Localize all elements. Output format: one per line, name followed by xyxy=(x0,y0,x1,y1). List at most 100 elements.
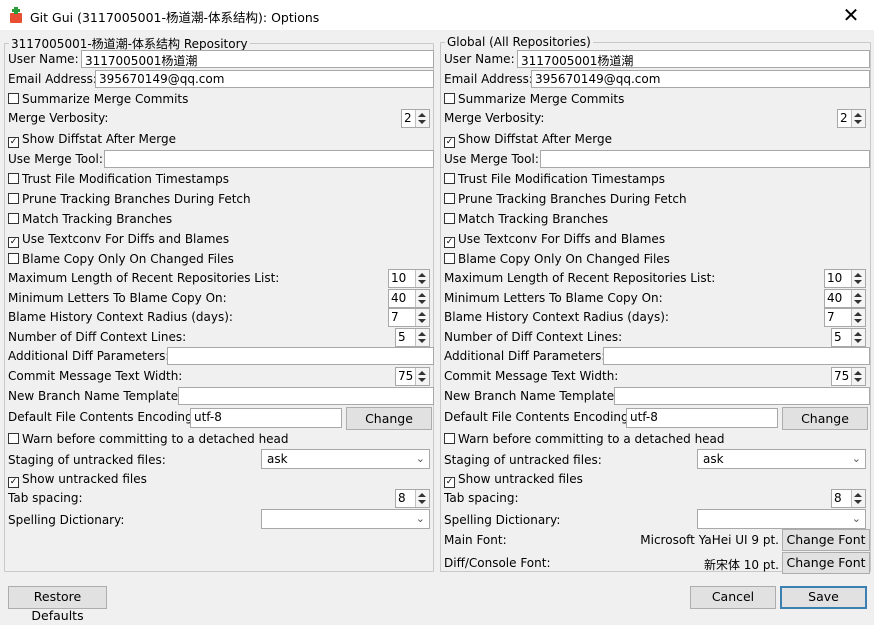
chevron-down-icon[interactable]: ⌄ xyxy=(416,512,425,525)
spin-arrows[interactable] xyxy=(415,490,429,507)
spin-up-icon[interactable] xyxy=(854,371,862,375)
spelling-select[interactable]: ⌄ xyxy=(697,509,866,529)
match-tracking-checkbox[interactable]: Match Tracking Branches xyxy=(8,212,172,226)
staging-select[interactable]: ask ⌄ xyxy=(261,449,430,469)
spin-down-icon[interactable] xyxy=(418,120,426,124)
spin-down-icon[interactable] xyxy=(854,319,862,323)
encoding-change-button[interactable]: Change xyxy=(346,407,432,430)
tab-spacing-spinbox[interactable]: 8 xyxy=(831,489,866,508)
spin-arrows[interactable] xyxy=(851,490,865,507)
spin-arrows[interactable] xyxy=(415,309,429,326)
spin-arrows[interactable] xyxy=(851,368,865,385)
diff-params-input[interactable] xyxy=(167,347,434,365)
spin-up-icon[interactable] xyxy=(854,293,862,297)
spin-arrows[interactable] xyxy=(851,329,865,346)
blame-radius-spinbox[interactable]: 7 xyxy=(388,308,430,327)
chevron-down-icon[interactable]: ⌄ xyxy=(416,452,425,465)
spin-up-icon[interactable] xyxy=(418,493,426,497)
spin-down-icon[interactable] xyxy=(854,120,862,124)
blame-radius-spinbox[interactable]: 7 xyxy=(824,308,866,327)
spelling-select[interactable]: ⌄ xyxy=(261,509,430,529)
email-input[interactable]: 395670149@qq.com xyxy=(531,70,870,88)
change-main-font-button[interactable]: Change Font xyxy=(782,529,870,551)
spin-up-icon[interactable] xyxy=(418,273,426,277)
warn-detached-checkbox[interactable]: Warn before committing to a detached hea… xyxy=(444,432,725,446)
textconv-checkbox[interactable]: ✓ Use Textconv For Diffs and Blames xyxy=(8,232,229,248)
spin-down-icon[interactable] xyxy=(854,280,862,284)
spin-arrows[interactable] xyxy=(415,329,429,346)
merge-verbosity-spinbox[interactable]: 2 xyxy=(401,109,430,128)
merge-tool-input[interactable] xyxy=(104,150,434,168)
user-name-input[interactable]: 3117005001杨道潮 xyxy=(517,50,870,68)
show-untracked-checkbox[interactable]: ✓ Show untracked files xyxy=(8,472,147,488)
textconv-checkbox[interactable]: ✓ Use Textconv For Diffs and Blames xyxy=(444,232,665,248)
spin-up-icon[interactable] xyxy=(418,113,426,117)
tab-spacing-spinbox[interactable]: 8 xyxy=(395,489,430,508)
cancel-button[interactable]: Cancel xyxy=(690,586,776,609)
spin-down-icon[interactable] xyxy=(418,300,426,304)
branch-template-input[interactable] xyxy=(178,387,434,405)
commit-width-spinbox[interactable]: 75 xyxy=(395,367,430,386)
email-input[interactable]: 395670149@qq.com xyxy=(95,70,434,88)
staging-select[interactable]: ask ⌄ xyxy=(697,449,866,469)
chevron-down-icon[interactable]: ⌄ xyxy=(852,452,861,465)
spin-up-icon[interactable] xyxy=(418,293,426,297)
blame-copy-changed-checkbox[interactable]: Blame Copy Only On Changed Files xyxy=(8,252,234,266)
close-icon[interactable]: ✕ xyxy=(828,0,874,30)
spin-up-icon[interactable] xyxy=(854,493,862,497)
summarize-merge-checkbox[interactable]: Summarize Merge Commits xyxy=(444,92,624,106)
trust-mtime-checkbox[interactable]: Trust File Modification Timestamps xyxy=(444,172,665,186)
spin-arrows[interactable] xyxy=(851,290,865,307)
diff-context-spinbox[interactable]: 5 xyxy=(395,328,430,347)
chevron-down-icon[interactable]: ⌄ xyxy=(852,512,861,525)
prune-fetch-checkbox[interactable]: Prune Tracking Branches During Fetch xyxy=(444,192,687,206)
spin-down-icon[interactable] xyxy=(854,378,862,382)
save-button[interactable]: Save xyxy=(780,586,867,609)
spin-arrows[interactable] xyxy=(415,270,429,287)
spin-arrows[interactable] xyxy=(415,368,429,385)
diff-params-input[interactable] xyxy=(603,347,870,365)
min-blame-spinbox[interactable]: 40 xyxy=(388,289,430,308)
user-name-input[interactable]: 3117005001杨道潮 xyxy=(81,50,434,68)
encoding-input[interactable]: utf-8 xyxy=(626,408,778,428)
branch-template-input[interactable] xyxy=(614,387,870,405)
merge-tool-input[interactable] xyxy=(540,150,870,168)
encoding-change-button[interactable]: Change xyxy=(782,407,868,430)
commit-width-spinbox[interactable]: 75 xyxy=(831,367,866,386)
max-recent-spinbox[interactable]: 10 xyxy=(824,269,866,288)
merge-verbosity-spinbox[interactable]: 2 xyxy=(837,109,866,128)
spin-down-icon[interactable] xyxy=(418,339,426,343)
show-untracked-checkbox[interactable]: ✓ Show untracked files xyxy=(444,472,583,488)
spin-arrows[interactable] xyxy=(415,290,429,307)
spin-down-icon[interactable] xyxy=(418,500,426,504)
spin-up-icon[interactable] xyxy=(854,332,862,336)
spin-down-icon[interactable] xyxy=(418,378,426,382)
blame-copy-changed-checkbox[interactable]: Blame Copy Only On Changed Files xyxy=(444,252,670,266)
spin-up-icon[interactable] xyxy=(418,312,426,316)
spin-down-icon[interactable] xyxy=(418,280,426,284)
show-diffstat-checkbox[interactable]: ✓ Show Diffstat After Merge xyxy=(444,132,612,148)
spin-arrows[interactable] xyxy=(851,110,865,127)
spin-down-icon[interactable] xyxy=(854,339,862,343)
show-diffstat-checkbox[interactable]: ✓ Show Diffstat After Merge xyxy=(8,132,176,148)
spin-up-icon[interactable] xyxy=(854,113,862,117)
max-recent-spinbox[interactable]: 10 xyxy=(388,269,430,288)
trust-mtime-checkbox[interactable]: Trust File Modification Timestamps xyxy=(8,172,229,186)
spin-up-icon[interactable] xyxy=(418,371,426,375)
spin-up-icon[interactable] xyxy=(854,312,862,316)
change-diff-font-button[interactable]: Change Font xyxy=(782,552,870,574)
spin-arrows[interactable] xyxy=(851,309,865,326)
restore-defaults-button[interactable]: Restore Defaults xyxy=(8,586,107,623)
match-tracking-checkbox[interactable]: Match Tracking Branches xyxy=(444,212,608,226)
min-blame-spinbox[interactable]: 40 xyxy=(824,289,866,308)
encoding-input[interactable]: utf-8 xyxy=(190,408,342,428)
spin-down-icon[interactable] xyxy=(418,319,426,323)
spin-up-icon[interactable] xyxy=(418,332,426,336)
summarize-merge-checkbox[interactable]: Summarize Merge Commits xyxy=(8,92,188,106)
spin-up-icon[interactable] xyxy=(854,273,862,277)
diff-context-spinbox[interactable]: 5 xyxy=(831,328,866,347)
prune-fetch-checkbox[interactable]: Prune Tracking Branches During Fetch xyxy=(8,192,251,206)
warn-detached-checkbox[interactable]: Warn before committing to a detached hea… xyxy=(8,432,289,446)
spin-arrows[interactable] xyxy=(415,110,429,127)
spin-down-icon[interactable] xyxy=(854,300,862,304)
